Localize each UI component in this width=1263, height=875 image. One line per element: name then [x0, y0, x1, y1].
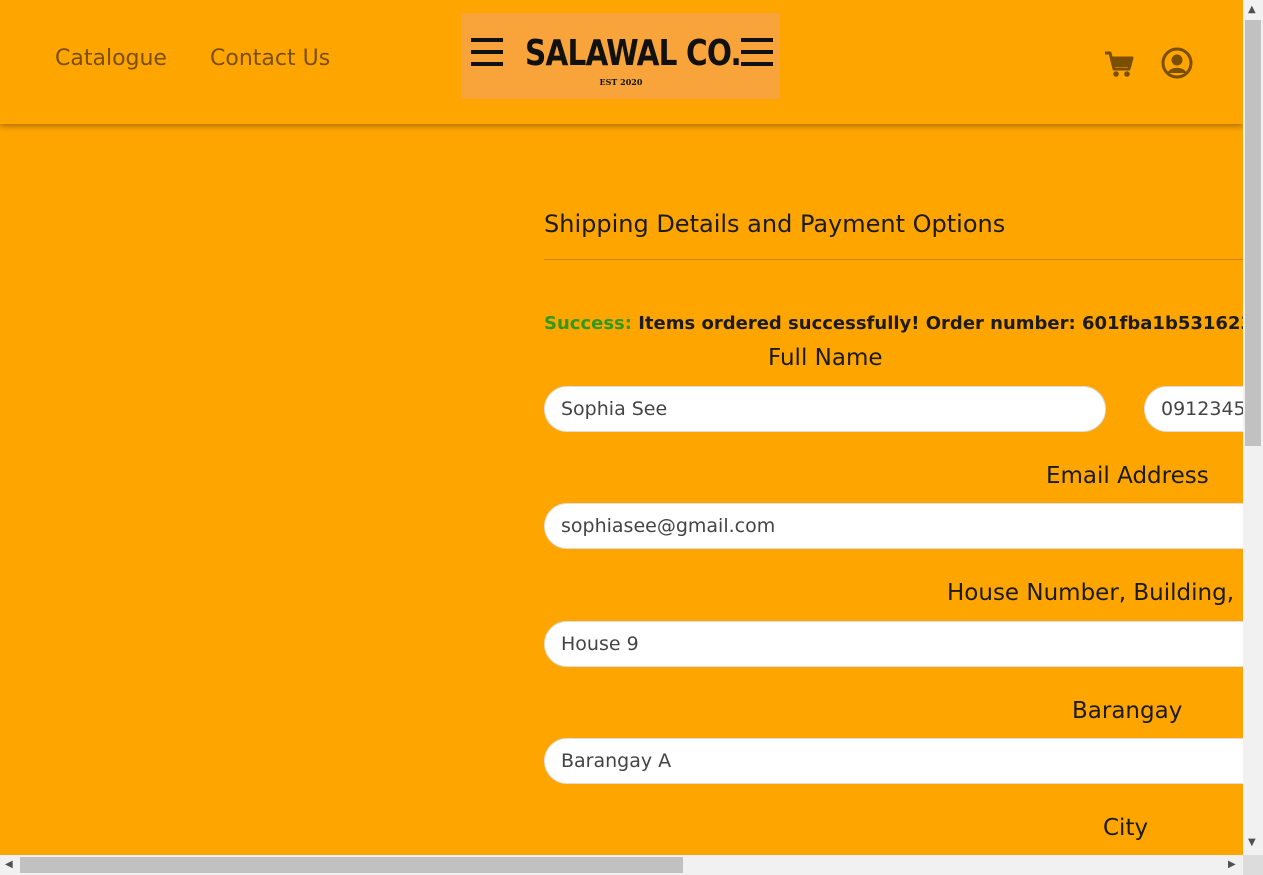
- cart-icon[interactable]: [1104, 50, 1134, 78]
- alert-label: Success:: [544, 313, 632, 334]
- nav-link-catalogue[interactable]: Catalogue: [55, 44, 167, 74]
- section-title: Shipping Details and Payment Options: [544, 210, 1006, 238]
- scroll-left-icon[interactable]: ◀: [5, 860, 13, 870]
- user-circle-icon[interactable]: [1161, 47, 1193, 79]
- address-label: House Number, Building, S: [947, 580, 1243, 606]
- scroll-right-icon[interactable]: ▶: [1228, 860, 1236, 870]
- vertical-scrollbar[interactable]: ▲ ▼: [1243, 0, 1263, 855]
- page-viewport: Catalogue Contact Us SALAWAL CO. EST 202…: [0, 0, 1243, 855]
- brand-logo[interactable]: SALAWAL CO. EST 2020: [461, 13, 780, 99]
- scrollbar-corner: [1243, 855, 1263, 875]
- full-name-label: Full Name: [768, 345, 883, 371]
- barangay-field[interactable]: Barangay A: [544, 738, 1243, 784]
- address-field[interactable]: House 9: [544, 621, 1243, 667]
- horizontal-scrollbar[interactable]: ◀ ▶: [0, 855, 1243, 875]
- logo-right-bars: [741, 38, 773, 76]
- email-label: Email Address: [1046, 463, 1209, 489]
- nav-link-contact-us[interactable]: Contact Us: [210, 44, 330, 74]
- vertical-scroll-thumb[interactable]: [1245, 20, 1261, 446]
- barangay-label: Barangay: [1072, 698, 1183, 724]
- logo-tagline: EST 2020: [599, 77, 643, 87]
- section-divider: [544, 259, 1243, 260]
- phone-field[interactable]: 091234567: [1144, 386, 1243, 432]
- navbar: Catalogue Contact Us SALAWAL CO. EST 202…: [0, 0, 1243, 124]
- logo-name: SALAWAL CO.: [525, 33, 742, 74]
- email-field[interactable]: sophiasee@gmail.com: [544, 503, 1243, 549]
- full-name-field[interactable]: Sophia See: [544, 386, 1106, 432]
- scroll-up-icon[interactable]: ▲: [1248, 5, 1256, 15]
- alert-message: Items ordered successfully! Order number…: [638, 313, 1243, 334]
- logo-left-bars: [471, 38, 503, 76]
- horizontal-scroll-thumb[interactable]: [20, 857, 683, 873]
- success-alert: Success: Items ordered successfully! Ord…: [544, 313, 1243, 334]
- city-label: City: [1103, 815, 1149, 841]
- scroll-down-icon[interactable]: ▼: [1248, 838, 1256, 848]
